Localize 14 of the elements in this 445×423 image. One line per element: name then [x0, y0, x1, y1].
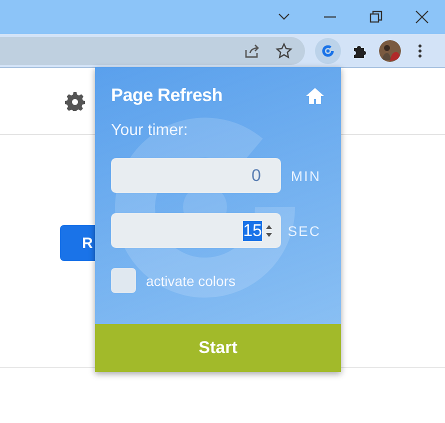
- spinner-icon[interactable]: [265, 224, 273, 238]
- star-icon[interactable]: [275, 42, 293, 60]
- popup-title: Page Refresh: [111, 85, 222, 106]
- settings-icon[interactable]: [65, 91, 85, 111]
- unit-label: MIN: [290, 168, 321, 184]
- timer-label: Your timer:: [111, 122, 189, 140]
- avatar-icon[interactable]: [379, 40, 401, 62]
- refresh-extension-icon[interactable]: [315, 38, 341, 64]
- unit-label: SEC: [288, 222, 321, 238]
- time-input[interactable]: 15: [111, 213, 281, 248]
- checkbox-label: activate colors: [146, 272, 236, 288]
- time-input[interactable]: 0: [111, 158, 281, 193]
- checkbox[interactable]: [111, 268, 136, 293]
- share-icon[interactable]: [243, 42, 261, 60]
